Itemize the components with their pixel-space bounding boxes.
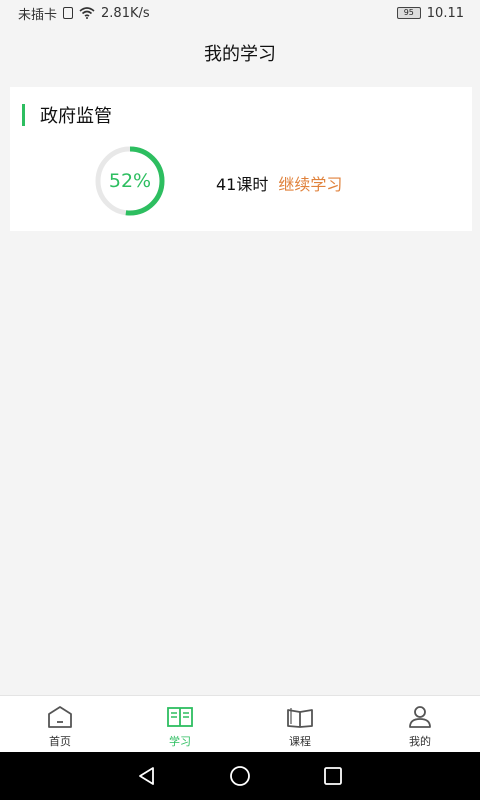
bottom-nav: 首页 学习 课程 我的 — [0, 695, 480, 752]
network-speed: 2.81K/s — [101, 5, 150, 21]
status-right: 95 10.11 — [396, 5, 464, 21]
home-circle-icon[interactable] — [228, 764, 252, 788]
recents-square-icon[interactable] — [321, 764, 345, 788]
nav-label-courses: 课程 — [289, 735, 311, 748]
nav-item-mine[interactable]: 我的 — [360, 696, 480, 752]
system-nav-bar — [0, 752, 480, 800]
status-left: 未插卡 2.81K/s — [18, 4, 150, 23]
nav-label-mine: 我的 — [409, 735, 431, 748]
user-icon — [409, 706, 431, 728]
battery-icon: 95 — [396, 7, 421, 19]
course-title: 政府监管 — [40, 106, 112, 127]
carrier-text: 未插卡 — [18, 7, 58, 23]
page-header: 我的学习 — [0, 26, 480, 80]
back-triangle-icon[interactable] — [135, 764, 159, 788]
sim-icon — [63, 7, 74, 19]
home-icon — [48, 706, 72, 728]
nav-label-study: 学习 — [169, 735, 191, 748]
open-book-study-icon — [167, 707, 193, 727]
nav-item-home[interactable]: 首页 — [0, 696, 120, 752]
course-hours: 41课时 — [216, 175, 269, 194]
course-title-row: 政府监管 — [22, 103, 112, 127]
clock: 10.11 — [426, 5, 464, 21]
hours-row: 41课时 继续学习 — [216, 171, 342, 195]
continue-study-link[interactable]: 继续学习 — [278, 171, 342, 195]
book-icon — [287, 708, 313, 728]
course-card[interactable]: 政府监管 52% 41课时 继续学习 — [10, 87, 472, 231]
page-title: 我的学习 — [204, 44, 276, 65]
wifi-icon — [79, 7, 95, 19]
nav-item-courses[interactable]: 课程 — [240, 696, 360, 752]
progress-percent: 52% — [108, 170, 152, 192]
nav-item-study[interactable]: 学习 — [120, 696, 240, 752]
status-bar: 未插卡 2.81K/s 95 10.11 — [0, 0, 480, 26]
title-accent-bar — [22, 104, 25, 126]
nav-label-home: 首页 — [49, 735, 71, 748]
